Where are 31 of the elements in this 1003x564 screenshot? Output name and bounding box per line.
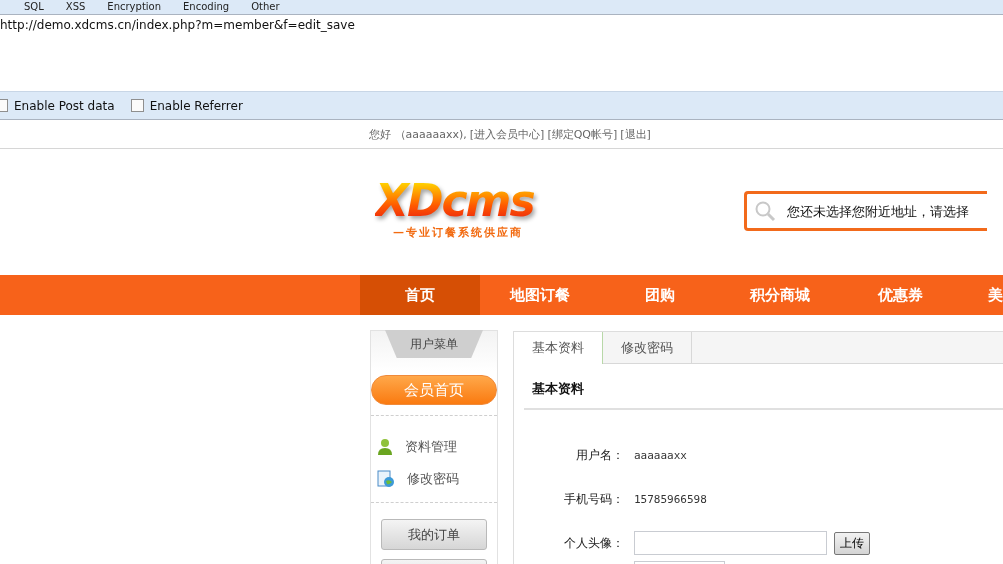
tab[interactable]: 基本资料 — [514, 332, 603, 364]
field-label: 手机号码： — [564, 490, 624, 508]
tab[interactable]: 修改密码 — [603, 332, 692, 363]
logo-tagline: —专业订餐系统供应商 — [393, 224, 523, 240]
menu-item[interactable]: SQL — [24, 1, 44, 13]
my-orders-button[interactable]: 我的订单 — [381, 519, 487, 550]
field-label: 个人头像： — [564, 534, 624, 552]
checkbox-label: Enable Referrer — [149, 98, 243, 113]
greeting-text: 您好 （aaaaaaxx), — [369, 126, 467, 142]
sidebar-link[interactable]: 资料管理 — [405, 438, 457, 456]
menu-item[interactable]: Other — [251, 1, 280, 13]
header-link[interactable]: [进入会员中心] — [469, 126, 545, 142]
document-globe-icon — [377, 470, 395, 488]
menu-item[interactable]: Encoding — [183, 1, 230, 13]
search-field[interactable]: 您还未选择您附近地址，请选择 — [743, 191, 987, 231]
field-label: 用户名： — [576, 446, 624, 464]
checkbox[interactable] — [130, 99, 144, 112]
search-icon — [753, 200, 776, 222]
header-link[interactable]: [绑定QQ帐号] — [547, 126, 618, 142]
checkbox-label: Enable Post data — [14, 98, 115, 113]
header-link[interactable]: [退出] — [620, 126, 651, 142]
field-value: aaaaaaxx — [634, 448, 687, 462]
sidebar-link[interactable]: 修改密码 — [407, 470, 459, 488]
avatar-input-field[interactable] — [634, 531, 827, 555]
nav-item[interactable]: 首页 — [360, 275, 480, 315]
menu-item[interactable]: Encryption — [107, 1, 162, 13]
upload-button[interactable]: 上传 — [834, 531, 870, 555]
field-value: 15785966598 — [634, 492, 707, 506]
menu-item[interactable]: XSS — [65, 1, 86, 13]
section-title: 基本资料 — [524, 374, 1003, 410]
user-icon — [377, 438, 393, 456]
